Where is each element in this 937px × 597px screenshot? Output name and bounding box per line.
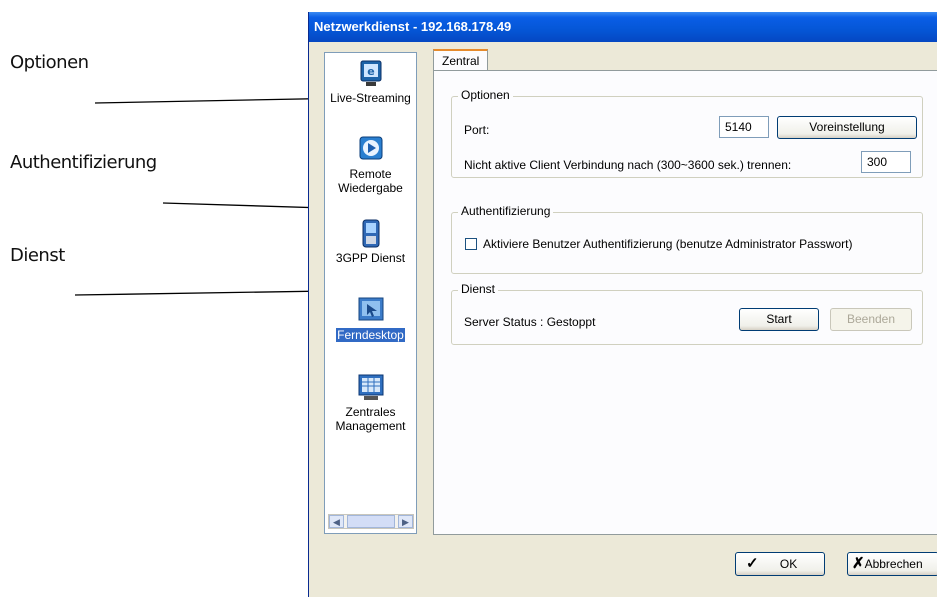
3gpp-phone-icon xyxy=(356,219,386,249)
central-management-icon xyxy=(356,373,386,403)
sidebar-item-label: Remote Wiedergabe xyxy=(338,167,403,195)
checkmark-icon: ✓ xyxy=(746,555,759,572)
options-group-title: Optionen xyxy=(458,88,513,102)
sidebar-item-label: Ferndesktop xyxy=(336,328,405,342)
window-title: Netzwerkdienst - 192.168.178.49 xyxy=(314,19,512,34)
service-sidebar: e Live-Streaming Remote Wiedergabe 3GPP … xyxy=(324,52,417,534)
port-label: Port: xyxy=(464,123,490,137)
start-button[interactable]: Start xyxy=(739,308,819,331)
cancel-button[interactable]: ✗Abbrechen xyxy=(847,552,937,576)
auth-checkbox-label: Aktiviere Benutzer Authentifizierung (be… xyxy=(483,237,853,251)
sidebar-item-remote-playback[interactable]: Remote Wiedergabe xyxy=(325,135,416,195)
ok-button[interactable]: ✓ OK xyxy=(735,552,825,576)
timeout-label: Nicht aktive Client Verbindung nach (300… xyxy=(464,158,792,172)
server-status-text: Server Status : Gestoppt xyxy=(464,315,596,329)
sidebar-item-label: Live-Streaming xyxy=(330,91,411,105)
network-service-dialog: Netzwerkdienst - 192.168.178.49 ✕ e Live… xyxy=(308,12,937,597)
auth-group-title: Authentifizierung xyxy=(458,204,554,218)
sidebar-item-label: Zentrales Management xyxy=(335,405,406,433)
scroll-right-icon[interactable]: ▶ xyxy=(398,515,413,528)
scroll-thumb[interactable] xyxy=(347,515,395,528)
sidebar-item-central-management[interactable]: Zentrales Management xyxy=(325,373,416,433)
scroll-left-icon[interactable]: ◀ xyxy=(329,515,344,528)
auth-checkbox[interactable] xyxy=(465,238,477,250)
service-group-title: Dienst xyxy=(458,282,499,296)
sidebar-item-label: 3GPP Dienst xyxy=(335,251,406,265)
timeout-input[interactable]: 300 xyxy=(861,151,911,173)
tab-zentral[interactable]: Zentral xyxy=(433,49,489,71)
title-bar[interactable]: Netzwerkdienst - 192.168.178.49 ✕ xyxy=(309,12,937,42)
remote-playback-icon xyxy=(356,135,386,165)
svg-text:e: e xyxy=(367,65,374,78)
live-streaming-icon: e xyxy=(356,59,386,89)
port-input[interactable]: 5140 xyxy=(719,116,769,138)
stop-button[interactable]: Beenden xyxy=(830,308,912,331)
sidebar-item-live-streaming[interactable]: e Live-Streaming xyxy=(325,59,416,105)
sidebar-scrollbar[interactable]: ◀ ▶ xyxy=(328,514,414,529)
remote-desktop-icon xyxy=(356,296,386,326)
sidebar-item-remote-desktop[interactable]: Ferndesktop xyxy=(325,296,416,342)
cancel-button-label: Abbrechen xyxy=(864,557,923,571)
default-settings-button[interactable]: Voreinstellung xyxy=(777,116,917,139)
cross-icon: ✗ xyxy=(852,555,865,572)
ok-button-label: OK xyxy=(779,557,798,571)
sidebar-item-3gpp[interactable]: 3GPP Dienst xyxy=(325,219,416,265)
